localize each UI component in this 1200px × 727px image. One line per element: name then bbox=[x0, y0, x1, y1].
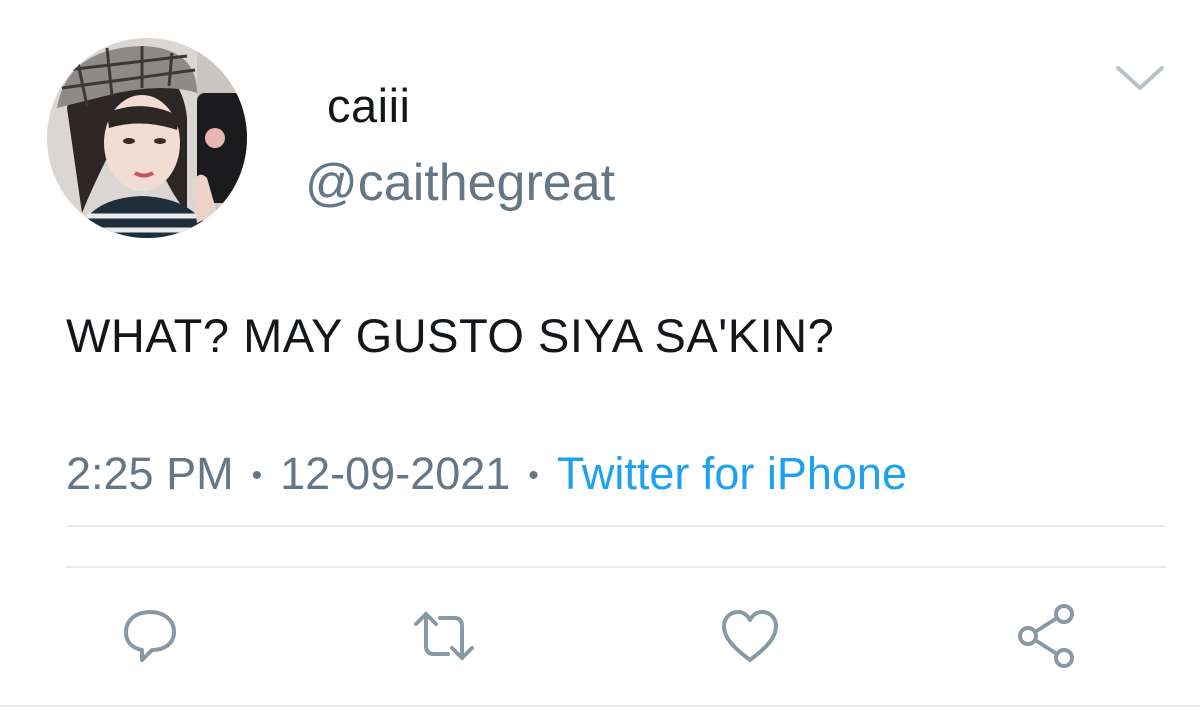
share-button[interactable] bbox=[1010, 600, 1082, 672]
display-name[interactable]: caiii bbox=[327, 78, 410, 134]
tweet-card: caiii @caithegreat WHAT? MAY GUSTO SIYA … bbox=[0, 0, 1200, 727]
divider bbox=[66, 525, 1166, 527]
tweet-text: WHAT? MAY GUSTO SIYA SA'KIN? bbox=[66, 309, 835, 362]
chevron-down-icon[interactable] bbox=[1112, 58, 1168, 98]
divider bbox=[0, 705, 1200, 707]
tweet-source-link[interactable]: Twitter for iPhone bbox=[557, 448, 907, 499]
meta-separator: • bbox=[251, 459, 263, 492]
tweet-date: 12-09-2021 bbox=[280, 448, 511, 499]
tweet-meta: 2:25 PM • 12-09-2021 • Twitter for iPhone bbox=[66, 446, 907, 508]
avatar[interactable] bbox=[47, 38, 247, 238]
share-icon bbox=[1018, 604, 1074, 668]
like-button[interactable] bbox=[714, 600, 786, 672]
like-icon bbox=[722, 610, 778, 662]
reply-icon bbox=[124, 610, 176, 662]
meta-separator: • bbox=[528, 459, 539, 492]
profile-photo-icon bbox=[47, 38, 247, 238]
divider bbox=[66, 566, 1166, 568]
retweet-button[interactable] bbox=[408, 600, 480, 672]
tweet-time: 2:25 PM bbox=[66, 448, 234, 499]
retweet-icon bbox=[414, 612, 474, 660]
user-handle[interactable]: @caithegreat bbox=[305, 153, 615, 213]
reply-button[interactable] bbox=[114, 600, 186, 672]
